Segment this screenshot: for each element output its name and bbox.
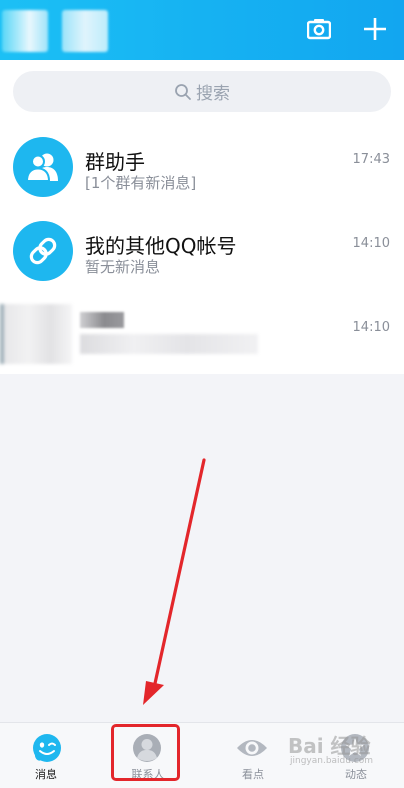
watermark-url: jingyan.baidu.com [290,756,374,766]
avatar [0,304,72,364]
watermark: Bai 经验 [288,734,371,758]
chat-time: 14:10 [352,236,390,251]
search-placeholder: 搜索 [196,84,230,104]
other-accounts-avatar [13,221,73,281]
chat-preview: [1个群有新消息] [85,174,197,192]
search-icon [175,83,191,100]
tab-label: 联系人 [131,768,165,781]
message-penguin-icon [30,731,64,765]
group-assistant-avatar [13,137,73,197]
chat-preview [80,334,258,354]
tab-contacts[interactable]: 联系人 [108,723,188,788]
chat-name [80,312,124,328]
chat-time: 17:43 [352,152,390,167]
eye-icon [235,731,269,765]
list-item-contact[interactable]: 14:10 [0,290,404,374]
contacts-icon [130,731,164,765]
group-icon [25,153,58,182]
search-input[interactable]: 搜索 [13,71,391,112]
top-bar [0,0,404,60]
chat-name: 群助手 [85,150,145,174]
search-area: 搜索 [0,60,404,122]
plus-icon [364,18,386,40]
profile-nickname [62,10,108,52]
chat-time: 14:10 [352,320,390,335]
tab-discover[interactable]: 看点 [213,723,293,788]
chat-name: 我的其他QQ帐号 [85,234,237,258]
conversation-list: 群助手 [1个群有新消息] 17:43 我的其他QQ帐号 暂无新消息 14:10… [0,122,404,374]
link-icon [29,237,57,265]
camera-button[interactable] [302,12,336,46]
tab-messages[interactable]: 消息 [8,723,88,788]
tab-label: 动态 [345,768,367,781]
tab-label: 看点 [242,768,264,781]
camera-icon [307,19,331,40]
tab-label: 消息 [35,768,57,781]
add-button[interactable] [358,12,392,46]
list-item-group-assistant[interactable]: 群助手 [1个群有新消息] 17:43 [0,122,404,206]
list-item-other-accounts[interactable]: 我的其他QQ帐号 暂无新消息 14:10 [0,206,404,290]
chat-preview: 暂无新消息 [85,258,161,276]
profile-avatar[interactable] [2,10,48,52]
